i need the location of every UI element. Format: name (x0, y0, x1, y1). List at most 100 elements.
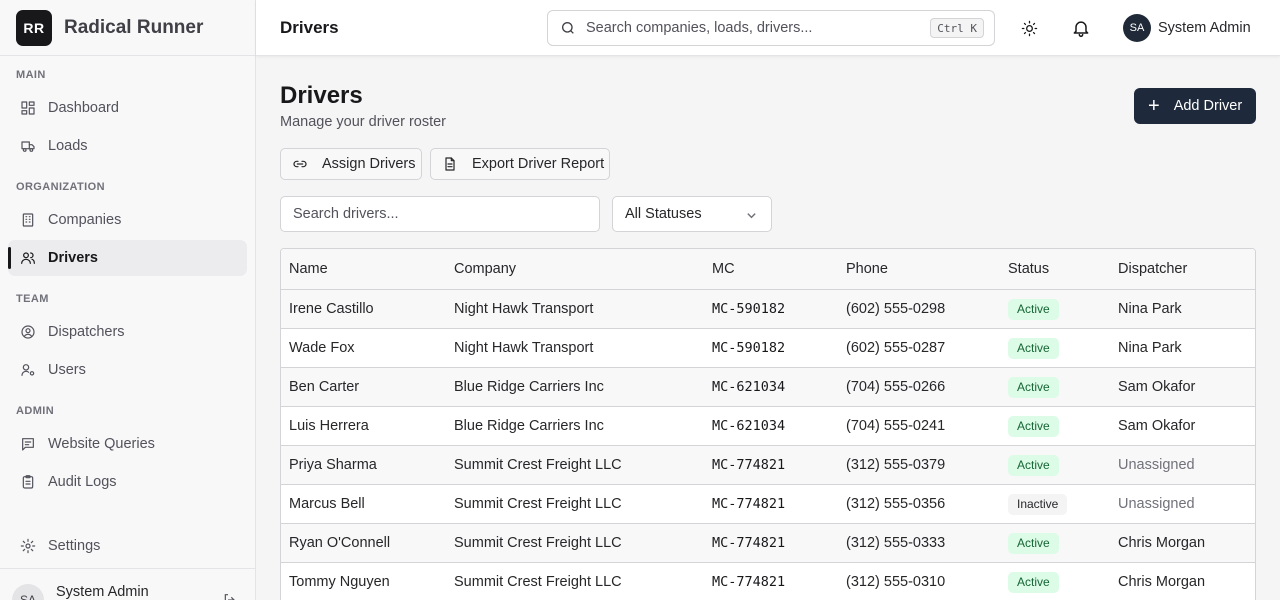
sidebar-item-settings[interactable]: Settings (8, 528, 247, 564)
status-badge: Active (1008, 571, 1059, 593)
avatar[interactable]: SA (12, 584, 44, 600)
mc-cell: MC-590182 (712, 301, 786, 317)
company-cell: Summit Crest Freight LLC (454, 496, 622, 512)
driver-search-input[interactable] (280, 196, 600, 232)
sidebar-item-label: Dashboard (48, 100, 119, 116)
add-driver-button[interactable]: + Add Driver (1134, 88, 1256, 124)
table-row[interactable]: Ben Carter Blue Ridge Carriers Inc MC-6210… (281, 368, 1255, 407)
sidebar-item-companies[interactable]: Companies (8, 202, 247, 238)
table-row[interactable]: Luis Herrera Blue Ridge Carriers Inc MC-62… (281, 407, 1255, 446)
export-driver-report-label: Export Driver Report (472, 156, 605, 172)
brand-name: Radical Runner (64, 16, 204, 38)
phone-cell: (704) 555-0241 (846, 418, 946, 434)
table-row[interactable]: Priya Sharma Summit Crest Freight LLC MC-7… (281, 446, 1255, 485)
sidebar-item-dashboard[interactable]: Dashboard (8, 90, 247, 126)
driver-name-cell: Wade Fox (289, 340, 355, 356)
user-menu-name[interactable]: System Admin (1158, 20, 1251, 36)
sidebar-user-name: System Admin (56, 584, 149, 600)
column-header-mc[interactable]: MC (712, 261, 735, 277)
phone-cell: (602) 555-0287 (846, 340, 946, 356)
sun-icon (1021, 20, 1037, 36)
export-driver-report-button[interactable]: Export Driver Report (430, 148, 610, 180)
phone-cell: (312) 555-0310 (846, 574, 946, 590)
sidebar-item-users[interactable]: Users (8, 352, 247, 388)
mc-cell: MC-774821 (712, 496, 786, 512)
user-circle-icon (21, 325, 35, 339)
table-row[interactable]: Irene Castillo Night Hawk Transport MC-590… (281, 290, 1255, 329)
table-row[interactable]: Marcus Bell Summit Crest Freight LLC MC-77… (281, 485, 1255, 524)
phone-cell: (312) 555-0356 (846, 496, 946, 512)
sidebar-item-dispatchers[interactable]: Dispatchers (8, 314, 247, 350)
driver-name-cell: Irene Castillo (289, 301, 374, 317)
sidebar-item-label: Audit Logs (48, 474, 117, 490)
nav-section-team: TEAM (16, 293, 49, 305)
building-icon (22, 213, 34, 227)
add-driver-label: Add Driver (1173, 98, 1243, 114)
status-badge: Active (1008, 454, 1059, 476)
company-cell: Summit Crest Freight LLC (454, 457, 622, 473)
table-row[interactable]: Ryan O'Connell Summit Crest Freight LLC MC… (281, 524, 1255, 563)
topbar-title: Drivers (280, 18, 339, 37)
status-cell: Active (1008, 454, 1059, 476)
global-search[interactable]: Search companies, loads, drivers... Ctrl… (547, 10, 995, 46)
driver-name-cell: Tommy Nguyen (289, 574, 390, 590)
driver-name-cell: Ryan O'Connell (289, 535, 391, 551)
logout-icon[interactable] (222, 592, 238, 600)
page-subtitle: Manage your driver roster (280, 114, 447, 130)
driver-name-cell: Ben Carter (289, 379, 360, 395)
bell-icon (1073, 21, 1089, 38)
sidebar-item-audit-logs[interactable]: Audit Logs (8, 464, 247, 500)
brand[interactable]: RR Radical Runner (0, 0, 255, 56)
status-filter-select[interactable]: All Statuses (612, 196, 772, 232)
assign-drivers-button[interactable]: Assign Drivers (280, 148, 422, 180)
avatar[interactable]: SA (1123, 14, 1151, 42)
status-badge: Inactive (1008, 493, 1068, 515)
phone-cell: (312) 555-0333 (846, 535, 946, 551)
driver-name-cell: Luis Herrera (289, 418, 369, 434)
column-header-company[interactable]: Company (454, 261, 516, 277)
status-cell: Active (1008, 376, 1059, 398)
status-cell: Active (1008, 415, 1059, 437)
sidebar-item-label: Drivers (48, 250, 98, 266)
sidebar: RR Radical Runner MAIN Dashboard Loads O… (0, 0, 256, 600)
nav-section-admin: ADMIN (16, 405, 55, 417)
clipboard-icon (22, 475, 34, 489)
table-body: Irene Castillo Night Hawk Transport MC-590… (281, 290, 1255, 600)
company-cell: Summit Crest Freight LLC (454, 574, 622, 590)
sidebar-item-label: Dispatchers (48, 324, 125, 340)
phone-cell: (312) 555-0379 (846, 457, 946, 473)
brand-logo: RR (16, 9, 52, 46)
table-row[interactable]: Tommy Nguyen Summit Crest Freight LLC MC-7… (281, 563, 1255, 600)
status-cell: Active (1008, 532, 1059, 554)
sidebar-item-website-queries[interactable]: Website Queries (8, 426, 247, 462)
search-icon (562, 22, 574, 34)
sidebar-item-loads[interactable]: Loads (8, 128, 247, 164)
notifications-button[interactable] (1069, 16, 1093, 40)
mc-cell: MC-590182 (712, 340, 786, 356)
driver-name-cell: Priya Sharma (289, 457, 377, 473)
dispatcher-cell: Nina Park (1118, 301, 1182, 317)
column-header-name[interactable]: Name (289, 261, 328, 277)
company-cell: Blue Ridge Carriers Inc (454, 379, 604, 395)
column-header-dispatcher[interactable]: Dispatcher (1118, 261, 1187, 277)
user-cog-icon (21, 364, 35, 376)
column-header-phone[interactable]: Phone (846, 261, 888, 277)
dispatcher-cell: Sam Okafor (1118, 379, 1196, 395)
dispatcher-cell: Unassigned (1118, 496, 1195, 512)
topbar: Drivers Search companies, loads, drivers… (256, 0, 1280, 56)
status-cell: Inactive (1008, 493, 1068, 515)
dashboard-icon (21, 101, 35, 115)
sidebar-item-label: Users (48, 362, 86, 378)
company-cell: Night Hawk Transport (454, 340, 594, 356)
page-title: Drivers (280, 82, 363, 109)
dispatcher-cell: Nina Park (1118, 340, 1182, 356)
phone-cell: (704) 555-0266 (846, 379, 946, 395)
theme-toggle-button[interactable] (1017, 16, 1041, 40)
status-filter-value: All Statuses (625, 206, 702, 222)
table-row[interactable]: Wade Fox Night Hawk Transport MC-590182 (60… (281, 329, 1255, 368)
dispatcher-cell: Sam Okafor (1118, 418, 1196, 434)
sidebar-item-drivers[interactable]: Drivers (8, 240, 247, 276)
link-icon (293, 160, 307, 168)
status-badge: Active (1008, 532, 1059, 554)
column-header-status[interactable]: Status (1008, 261, 1049, 277)
